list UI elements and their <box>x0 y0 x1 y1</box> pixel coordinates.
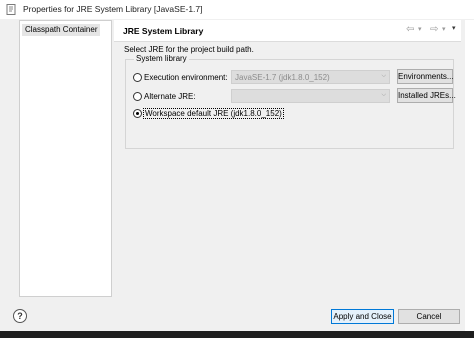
properties-dialog: Properties for JRE System Library [JavaS… <box>0 0 474 338</box>
back-history-dropdown-icon[interactable]: ▾ <box>418 24 422 36</box>
chevron-down-icon: ⌵ <box>381 92 386 98</box>
help-button[interactable]: ? <box>13 309 27 323</box>
property-page-tree: Classpath Container <box>19 20 112 297</box>
environments-button[interactable]: Environments... <box>397 69 454 84</box>
execution-environment-value: JavaSE-1.7 (jdk1.8.0_152) <box>235 73 330 82</box>
page-header: JRE System Library ⇦ ▾ ⇨ ▾ ▾ <box>114 20 461 42</box>
cancel-button[interactable]: Cancel <box>398 309 460 324</box>
execution-environment-label[interactable]: Execution environment: <box>144 73 228 82</box>
workspace-default-jre-option[interactable]: Workspace default JRE (jdk1.8.0_152) <box>133 106 284 120</box>
page-title: JRE System Library <box>123 26 204 36</box>
workspace-default-jre-label[interactable]: Workspace default JRE (jdk1.8.0_152) <box>143 107 284 119</box>
tree-item-classpath-container[interactable]: Classpath Container <box>22 24 101 36</box>
apply-and-close-button[interactable]: Apply and Close <box>331 309 394 324</box>
forward-history-dropdown-icon[interactable]: ▾ <box>442 24 446 36</box>
installed-jres-button[interactable]: Installed JREs... <box>397 88 456 103</box>
forward-arrow-icon[interactable]: ⇨ <box>430 24 438 36</box>
alternate-jre-label[interactable]: Alternate JRE: <box>144 92 196 101</box>
taskbar-edge <box>0 331 474 338</box>
workspace-default-jre-radio[interactable] <box>133 108 142 118</box>
property-page-content: JRE System Library ⇦ ▾ ⇨ ▾ ▾ Select JRE … <box>114 20 461 297</box>
window-edge <box>465 20 474 338</box>
alternate-jre-combo[interactable]: ⌵ <box>231 89 390 103</box>
group-label: System library <box>134 54 189 63</box>
page-description: Select JRE for the project build path. <box>124 45 254 54</box>
back-arrow-icon[interactable]: ⇦ <box>406 24 414 36</box>
window-title: Properties for JRE System Library [JavaS… <box>23 4 203 14</box>
system-library-group: System library Execution environment: Ja… <box>125 54 456 149</box>
properties-page-icon <box>6 4 16 15</box>
execution-environment-radio[interactable] <box>133 72 142 82</box>
alternate-jre-radio[interactable] <box>133 91 142 101</box>
execution-environment-option[interactable]: Execution environment: <box>133 70 228 84</box>
view-menu-dropdown-icon[interactable]: ▾ <box>452 24 456 32</box>
execution-environment-combo[interactable]: JavaSE-1.7 (jdk1.8.0_152) ⌵ <box>231 70 390 84</box>
title-bar: Properties for JRE System Library [JavaS… <box>0 0 474 19</box>
alternate-jre-option[interactable]: Alternate JRE: <box>133 89 196 103</box>
chevron-down-icon: ⌵ <box>381 73 386 79</box>
